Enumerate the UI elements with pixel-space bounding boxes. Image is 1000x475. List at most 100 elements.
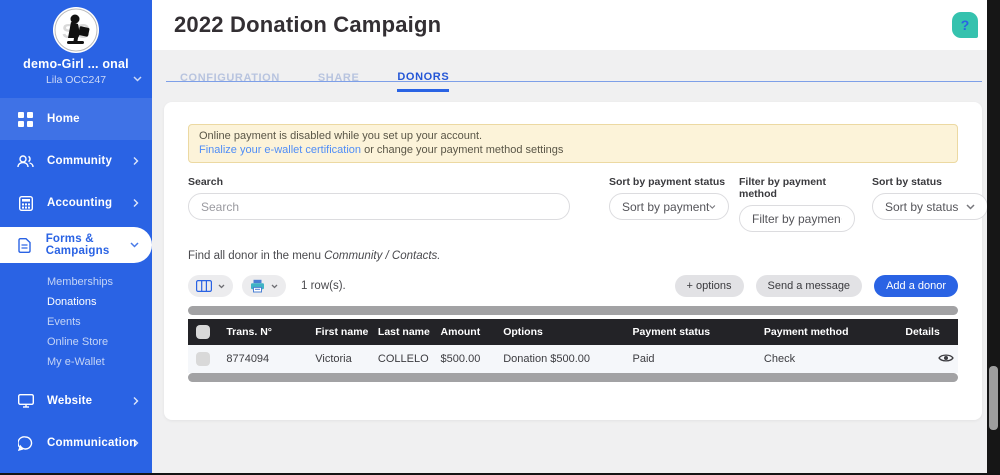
cell-payment-method: Check [759, 345, 902, 373]
sidebar-item-my-e-wallet[interactable]: My e-Wallet [0, 352, 152, 372]
sidebar-item-label: Accounting [47, 197, 113, 209]
cell-last-name: COLLELO [373, 345, 437, 373]
table-horizontal-scrollbar-bottom[interactable] [188, 373, 958, 382]
cell-first-name: Victoria [311, 345, 374, 373]
sidebar-item-label: Home [47, 113, 80, 125]
sidebar-item-accounting[interactable]: Accounting [0, 182, 152, 224]
org-name: demo-Girl ... onal [23, 57, 129, 71]
girl-logo-icon: SC [54, 8, 98, 52]
add-donor-button[interactable]: Add a donor [874, 275, 958, 297]
sort-status-select[interactable]: Sort by status [872, 193, 988, 220]
scrollbar-thumb[interactable] [989, 366, 998, 430]
help-button[interactable]: ? [952, 12, 978, 38]
sidebar-item-website[interactable]: Website [0, 380, 152, 422]
printer-icon [251, 279, 264, 293]
sidebar-item-online-store[interactable]: Online Store [0, 332, 152, 352]
col-options: Options [503, 326, 543, 338]
banner-line1: Online payment is disabled while you set… [199, 130, 483, 142]
toolbar-actions: + options Send a message Add a donor [663, 275, 958, 297]
account-switcher[interactable]: Lila OCC247 [0, 74, 152, 88]
row-checkbox[interactable] [196, 352, 210, 366]
chevron-down-icon [130, 242, 139, 248]
calculator-icon [17, 195, 34, 212]
send-message-button[interactable]: Send a message [755, 275, 863, 297]
table-horizontal-scrollbar-top[interactable] [188, 306, 958, 315]
cell-trans-number: 8774094 [222, 345, 312, 373]
find-donors-hint: Find all donor in the menu Community / C… [188, 250, 958, 262]
sidebar-item-donations[interactable]: Donations [0, 292, 152, 312]
filter-payment-method-select[interactable]: Filter by paymen [739, 205, 855, 232]
select-all-checkbox[interactable] [196, 325, 210, 339]
sidebar-item-label: Website [47, 395, 93, 407]
monitor-icon [17, 393, 34, 410]
sort-payment-status-group: Sort by payment status Sort by payment [609, 176, 729, 220]
banner-line2-rest: or change your payment method settings [361, 144, 564, 156]
donors-table: Trans. N° First name Last name Amount Op… [188, 319, 958, 373]
rows-count: 1 row(s). [301, 280, 346, 292]
sidebar-item-forms-campaigns[interactable]: Forms & Campaigns [0, 227, 152, 263]
tabbar-underline [166, 81, 982, 82]
table-row: 8774094 Victoria COLLELO $500.00 Donatio… [188, 345, 958, 373]
sidebar-item-events[interactable]: Events [0, 312, 152, 332]
search-input-wrap [188, 193, 570, 220]
cell-amount: $500.00 [436, 345, 500, 373]
tab-share[interactable]: SHARE [318, 72, 360, 92]
cell-options: Donation $500.00 [499, 345, 629, 373]
content-area: Online payment is disabled while you set… [152, 92, 1000, 475]
col-last-name: Last name [377, 326, 430, 338]
sort-status-label: Sort by status [872, 176, 943, 188]
options-button[interactable]: + options [674, 275, 744, 297]
page-title: 2022 Donation Campaign [174, 12, 442, 37]
page-vertical-scrollbar[interactable] [987, 0, 1000, 475]
chevron-down-icon [271, 284, 278, 288]
hint-text: Find all donor in the menu [188, 250, 325, 262]
sort-payment-status-label: Sort by payment status [609, 176, 726, 188]
payment-warning-banner: Online payment is disabled while you set… [188, 124, 958, 163]
table-header-row: Trans. N° First name Last name Amount Op… [188, 319, 958, 345]
sidebar-item-community[interactable]: Community [0, 140, 152, 182]
chevron-down-icon [218, 284, 225, 288]
sidebar-item-memberships[interactable]: Memberships [0, 272, 152, 292]
chevron-down-icon [709, 204, 716, 209]
app-window: SC demo-Girl ... onal Lila OCC247 [0, 0, 1000, 475]
cell-payment-status: Paid [628, 345, 760, 373]
sidebar-header: SC demo-Girl ... onal Lila OCC247 [0, 0, 152, 88]
document-icon [17, 237, 33, 254]
columns-icon [196, 280, 212, 292]
search-field-group: Search [188, 176, 570, 220]
sort-payment-status-select[interactable]: Sort by payment [609, 193, 729, 220]
col-trans-number: Trans. N° [226, 326, 272, 338]
filter-payment-method-label: Filter by payment method [739, 176, 826, 200]
sidebar-item-home[interactable]: Home [0, 98, 152, 140]
chat-bubble-icon [17, 435, 34, 452]
sidebar-item-communication[interactable]: Communication [0, 422, 152, 464]
filter-payment-method-group: Filter by payment method Filter by payme… [739, 176, 855, 232]
org-logo[interactable]: SC [53, 7, 99, 53]
search-input[interactable] [201, 199, 557, 214]
table-toolbar: 1 row(s). + options Send a message Add a… [188, 274, 958, 298]
eye-icon[interactable] [938, 353, 954, 363]
question-mark-icon: ? [960, 17, 970, 33]
chevron-down-icon [133, 76, 142, 82]
filter-payment-method-value: Filter by paymen [752, 211, 841, 226]
banner-line2: Finalize your e-wallet certification or … [199, 143, 947, 157]
sidebar: SC demo-Girl ... onal Lila OCC247 [0, 0, 152, 475]
col-payment-status: Payment status [632, 326, 711, 338]
tab-configuration[interactable]: CONFIGURATION [180, 72, 280, 92]
col-amount: Amount [440, 326, 481, 338]
sort-payment-status-value: Sort by payment [622, 199, 710, 214]
hint-menu-path: Community / Contacts. [324, 250, 441, 262]
ewallet-certification-link[interactable]: Finalize your e-wallet certification [199, 144, 361, 156]
col-first-name: First name [315, 326, 369, 338]
forms-campaigns-submenu: Memberships Donations Events Online Stor… [0, 266, 152, 380]
filter-row: Search Sort by payment status Sort by pa… [188, 176, 988, 240]
chevron-down-icon [966, 203, 975, 210]
people-icon [17, 153, 34, 170]
columns-menu-button[interactable] [188, 275, 233, 297]
donors-card: Online payment is disabled while you set… [164, 102, 988, 420]
chevron-right-icon [133, 397, 139, 406]
tab-donors[interactable]: DONORS [397, 71, 450, 92]
print-menu-button[interactable] [242, 275, 286, 297]
sidebar-item-label: Communication [47, 437, 137, 449]
page-header: 2022 Donation Campaign ? [152, 0, 1000, 50]
